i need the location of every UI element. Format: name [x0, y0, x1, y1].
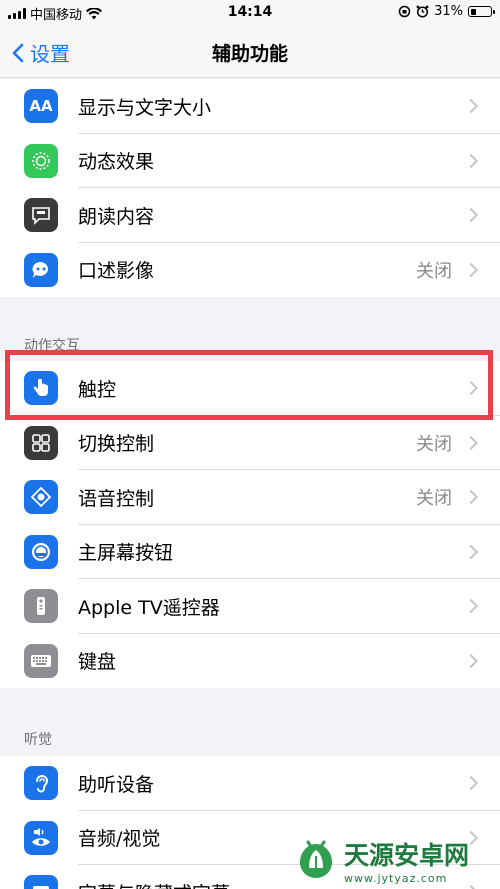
- orientation-lock-icon: [398, 5, 411, 18]
- home-button-icon: [24, 534, 58, 569]
- row-label: 字幕与隐藏式字幕: [78, 879, 230, 889]
- watermark-url: www.jytyaz.com: [344, 871, 448, 885]
- chevron-right-icon: [463, 599, 479, 614]
- watermark: 天源安卓网 www.jytyaz.com: [294, 831, 494, 889]
- status-right: 31%: [398, 4, 495, 19]
- speech-icon: [24, 198, 58, 233]
- settings-row-display-text-size[interactable]: AA 显示与文字大小: [0, 79, 500, 134]
- keyboard-icon: [24, 643, 58, 678]
- subtitles-icon: [24, 875, 58, 889]
- motion-icon: [24, 143, 58, 178]
- page-title: 辅助功能: [211, 43, 288, 65]
- audio-description-icon: [24, 252, 58, 287]
- settings-row-home-button[interactable]: 主屏幕按钮: [0, 525, 500, 579]
- row-label: Apple TV遥控器: [78, 596, 220, 619]
- text-size-icon: AA: [24, 89, 58, 124]
- row-label: 切换控制: [78, 433, 155, 456]
- settings-row-hearing-devices[interactable]: 助听设备: [0, 756, 500, 811]
- row-label: 助听设备: [78, 773, 155, 796]
- chevron-right-icon: [463, 262, 479, 277]
- settings-row-voice-control[interactable]: 语音控制 关闭: [0, 470, 500, 525]
- settings-row-touch[interactable]: 触控: [0, 361, 500, 416]
- chevron-right-icon: [463, 653, 479, 668]
- chevron-right-icon: [463, 776, 479, 791]
- status-bar: 中国移动 14:14 31%: [0, 0, 500, 26]
- row-value: 关闭: [416, 433, 452, 455]
- chevron-right-icon: [463, 435, 479, 450]
- settings-row-switch-control[interactable]: 切换控制 关闭: [0, 416, 500, 470]
- row-label: 音频/视觉: [78, 828, 161, 851]
- settings-row-spoken-content[interactable]: 朗读内容: [0, 188, 500, 243]
- row-label: 显示与文字大小: [78, 96, 212, 119]
- row-label: 口述影像: [78, 260, 155, 283]
- row-label: 键盘: [78, 651, 117, 674]
- row-label: 语音控制: [78, 487, 155, 510]
- row-label: 朗读内容: [78, 205, 155, 228]
- battery-icon: [468, 6, 495, 17]
- interaction-settings-group: 触控 切换控制 关闭 语音控制 关闭 主屏幕按钮 Apple TV遥控器 键盘: [0, 361, 500, 688]
- row-value: 关闭: [416, 488, 452, 510]
- speaker-eye-icon: [24, 820, 58, 855]
- settings-row-audio-descriptions[interactable]: 口述影像 关闭: [0, 243, 500, 298]
- chevron-right-icon: [463, 490, 479, 505]
- settings-row-apple-tv-remote[interactable]: Apple TV遥控器: [0, 579, 500, 634]
- alarm-icon: [416, 5, 429, 18]
- row-label: 主屏幕按钮: [78, 542, 174, 565]
- section-header-interaction: 动作交互: [24, 338, 80, 354]
- chevron-right-icon: [463, 208, 479, 223]
- tv-remote-icon: [24, 589, 58, 624]
- settings-row-keyboard[interactable]: 键盘: [0, 634, 500, 689]
- voice-control-icon: [24, 480, 58, 515]
- navigation-bar: 设置 辅助功能: [0, 26, 500, 78]
- chevron-right-icon: [463, 544, 479, 559]
- section-header-hearing: 听觉: [24, 732, 52, 748]
- row-value: 关闭: [416, 260, 452, 282]
- ear-icon: [24, 766, 58, 801]
- chevron-right-icon: [463, 99, 479, 114]
- settings-row-motion[interactable]: 动态效果: [0, 134, 500, 188]
- hand-touch-icon: [24, 371, 58, 406]
- row-label: 触控: [78, 378, 117, 401]
- battery-percent: 31%: [434, 4, 463, 19]
- switch-control-icon: [24, 425, 58, 460]
- row-label: 动态效果: [78, 151, 155, 174]
- watermark-logo-icon: [300, 840, 332, 878]
- vision-settings-group: AA 显示与文字大小 动态效果 朗读内容 口述影像 关闭: [0, 79, 500, 297]
- watermark-title: 天源安卓网: [344, 840, 470, 870]
- chevron-right-icon: [463, 381, 479, 396]
- chevron-right-icon: [463, 153, 479, 168]
